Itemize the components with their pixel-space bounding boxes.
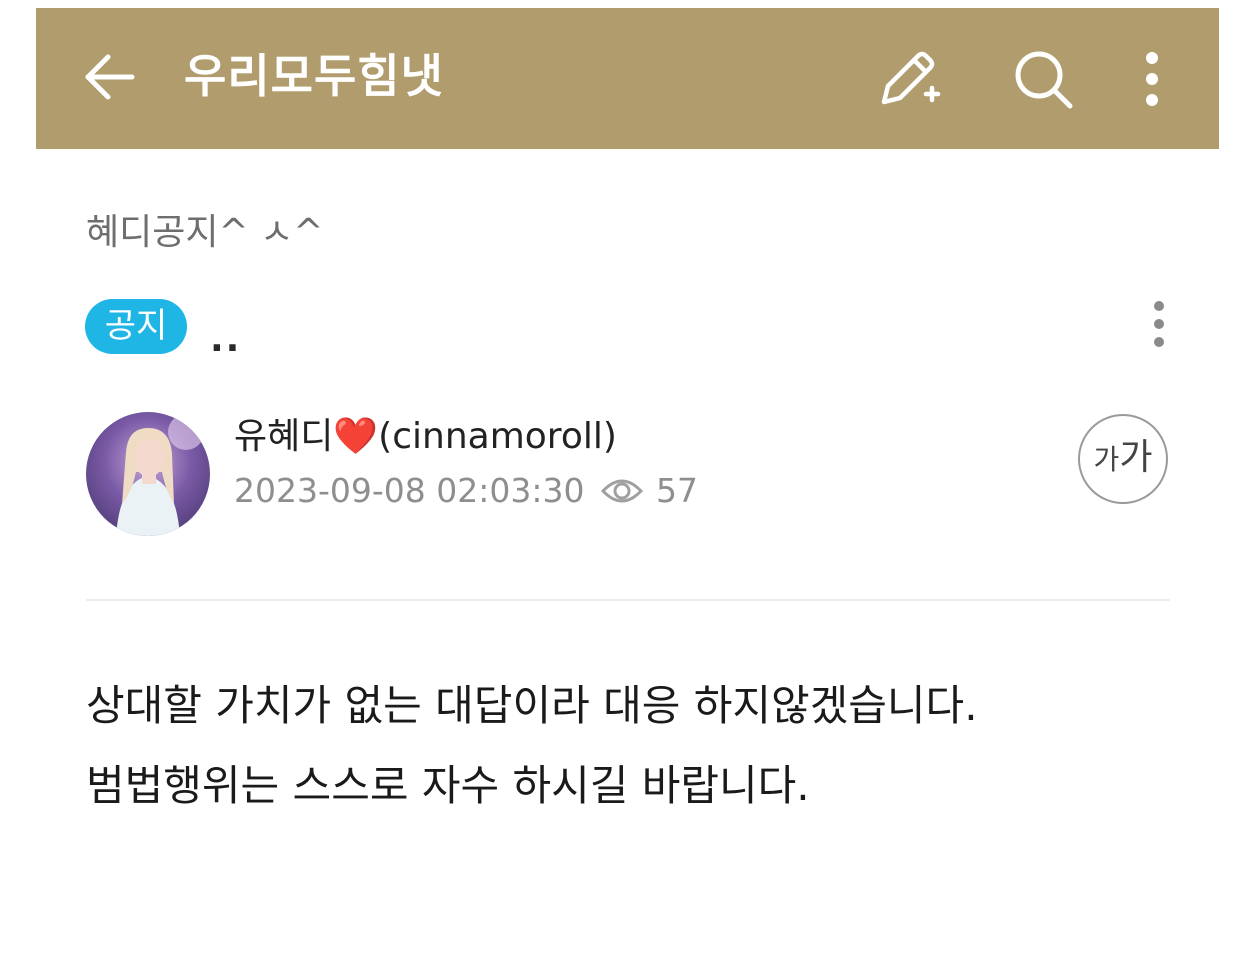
author-name[interactable]: 유혜디❤️(cinnamoroll) xyxy=(234,412,617,462)
font-size-small-label: 가 xyxy=(1093,443,1120,476)
post-more-button[interactable] xyxy=(1140,297,1178,351)
write-post-button[interactable] xyxy=(872,44,942,114)
font-size-button[interactable]: 가가 xyxy=(1078,414,1168,504)
content-divider xyxy=(86,599,1170,601)
back-arrow-icon xyxy=(85,54,135,100)
author-avatar[interactable] xyxy=(86,412,210,536)
font-size-large-label: 가 xyxy=(1119,437,1153,478)
search-icon xyxy=(1015,51,1073,109)
more-vertical-icon xyxy=(1154,301,1164,347)
post-body-line: 상대할 가치가 없는 대답이라 대응 하지않겠습니다. xyxy=(86,681,978,730)
post-date: 2023-09-08 02:03:30 xyxy=(234,471,585,510)
view-count: 57 xyxy=(656,471,698,510)
back-button[interactable] xyxy=(82,48,140,106)
app-title: 우리모두힘냇 xyxy=(184,49,444,103)
avatar-photo xyxy=(116,414,204,536)
post-title: .. xyxy=(210,319,242,360)
eye-icon xyxy=(600,479,644,503)
app-bar: 우리모두힘냇 xyxy=(36,8,1219,149)
board-name-link[interactable]: 혜디공지^ ㅅ^ xyxy=(86,208,323,258)
more-vertical-icon xyxy=(1146,52,1158,106)
search-button[interactable] xyxy=(1008,44,1078,114)
write-post-icon xyxy=(881,51,941,105)
notice-badge: 공지 xyxy=(85,299,187,354)
post-body-line: 범법행위는 스스로 자수 하시길 바랍니다. xyxy=(86,761,810,810)
post-body: 상대할 가치가 없는 대답이라 대응 하지않겠습니다. 범법행위는 스스로 자수… xyxy=(86,666,1186,826)
more-options-button[interactable] xyxy=(1126,44,1176,114)
